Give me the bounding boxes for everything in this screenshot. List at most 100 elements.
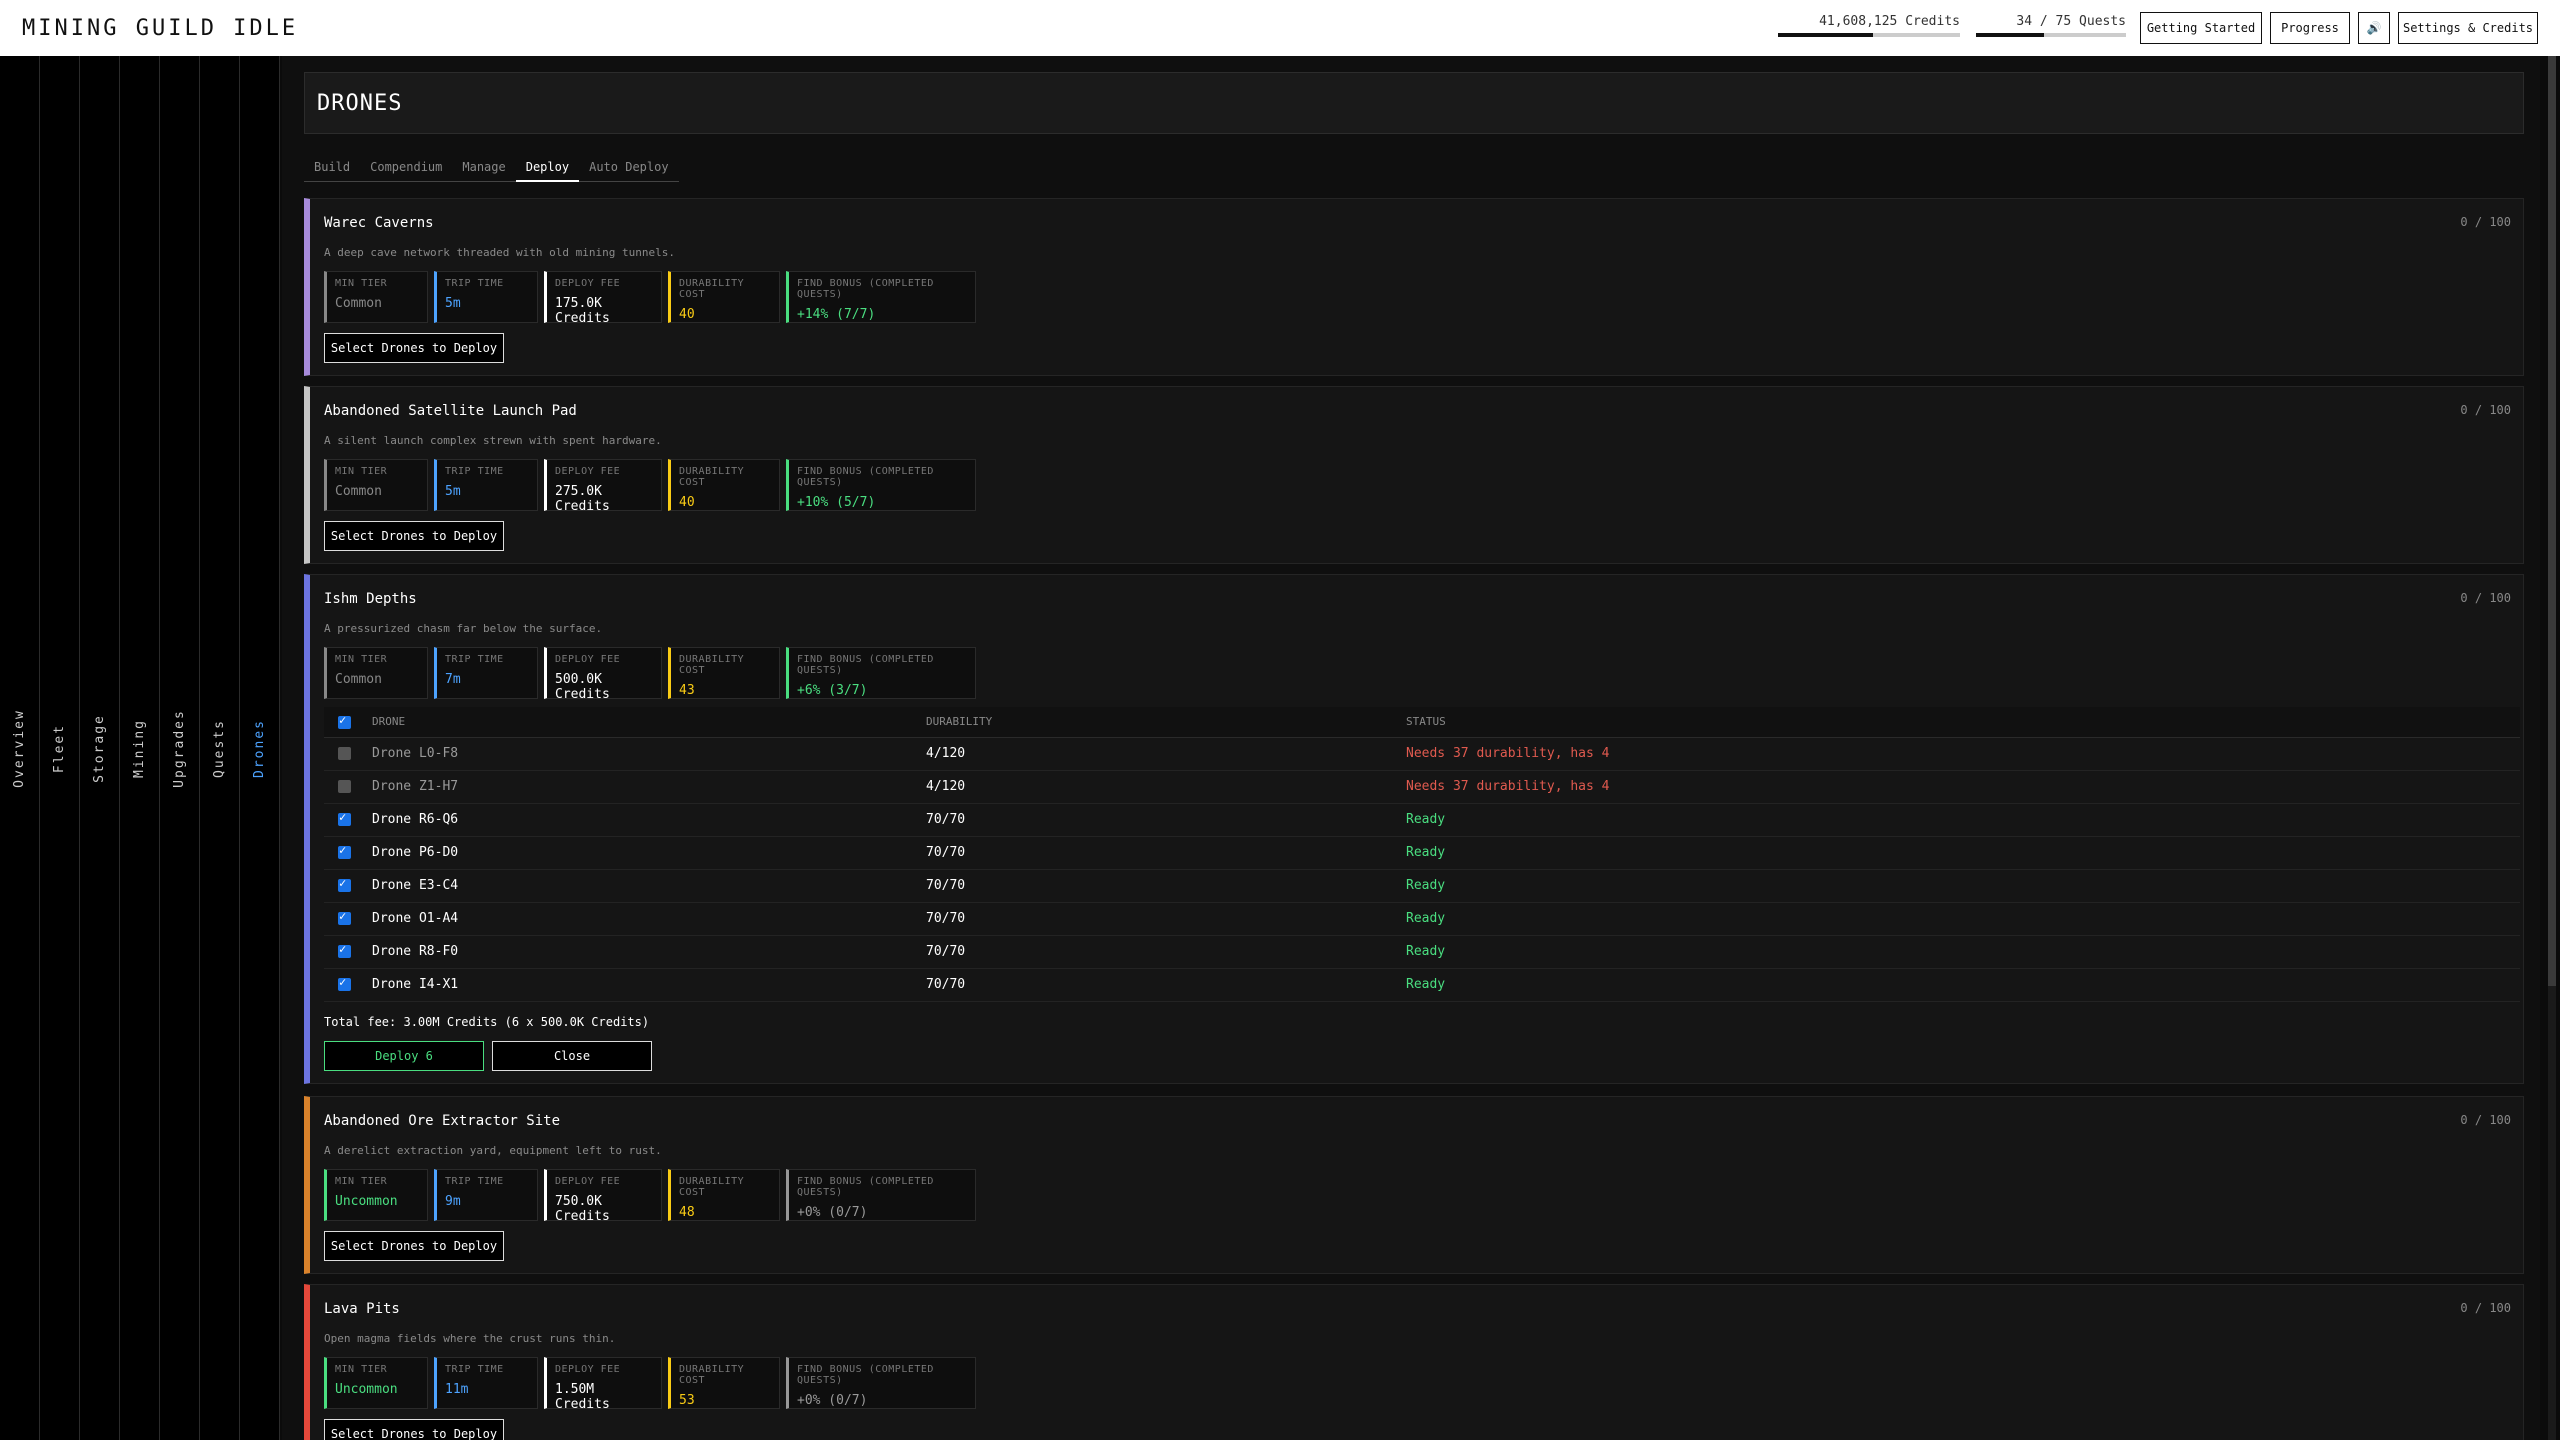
getting-started-button[interactable]: Getting Started bbox=[2140, 12, 2262, 44]
select-drones-button[interactable]: Select Drones to Deploy bbox=[324, 521, 504, 551]
credits-text: 41,608,125 Credits bbox=[1819, 14, 1960, 29]
drone-durability: 70/70 bbox=[918, 935, 1398, 969]
tab-build[interactable]: Build bbox=[304, 156, 361, 182]
stat-find-bonus: FIND BONUS (COMPLETED QUESTS) +10% (5/7) bbox=[786, 459, 976, 511]
top-bar: MINING GUILD IDLE 41,608,125 Credits 34 … bbox=[0, 0, 2560, 56]
sidebar-tab-quests[interactable]: Quests bbox=[200, 56, 240, 1440]
drone-durability: 4/120 bbox=[918, 770, 1398, 804]
table-row[interactable]: Drone R6-Q670/70Ready bbox=[324, 803, 2520, 837]
deploy-fee-value: 750.0K Credits bbox=[555, 1194, 610, 1224]
location-name: Ishm Depths bbox=[324, 591, 417, 607]
find-bonus-value: +10% (5/7) bbox=[797, 495, 876, 510]
deploy-fee-value: 275.0K Credits bbox=[555, 484, 610, 514]
progress-button[interactable]: Progress bbox=[2270, 12, 2350, 44]
scrollbar-thumb[interactable] bbox=[2548, 56, 2556, 986]
stat-durability-cost: DURABILITY COST 40 bbox=[668, 271, 780, 323]
select-drones-button[interactable]: Select Drones to Deploy bbox=[324, 1419, 504, 1440]
trip-time-value: 7m bbox=[445, 672, 461, 687]
drone-name: Drone R6-Q6 bbox=[364, 803, 918, 837]
location-stats: MIN TIER Common TRIP TIME 5m DEPLOY FEE 275… bbox=[324, 459, 976, 514]
drone-checkbox[interactable] bbox=[338, 909, 351, 925]
drone-checkbox[interactable] bbox=[338, 810, 351, 826]
drone-name: Drone L0-F8 bbox=[364, 737, 918, 771]
settings-credits-button[interactable]: Settings & Credits bbox=[2398, 12, 2538, 44]
stat-min-tier: MIN TIER Common bbox=[324, 459, 428, 511]
deploy-button[interactable]: Deploy 6 bbox=[324, 1041, 484, 1071]
table-row[interactable]: Drone P6-D070/70Ready bbox=[324, 836, 2520, 870]
drone-tabs: Build Compendium Manage Deploy Auto Depl… bbox=[304, 156, 679, 182]
stat-min-tier: MIN TIER Common bbox=[324, 647, 428, 699]
location-card-abandoned-ore-extractor-site: Abandoned Ore Extractor Site 0 / 100 A d… bbox=[304, 1096, 2524, 1274]
trip-time-value: 5m bbox=[445, 296, 461, 311]
select-all-checkbox[interactable] bbox=[338, 713, 351, 729]
drone-checkbox[interactable] bbox=[338, 747, 351, 760]
durability-cost-value: 40 bbox=[679, 495, 695, 510]
drone-name: Drone O1-A4 bbox=[364, 902, 918, 936]
table-row[interactable]: Drone E3-C470/70Ready bbox=[324, 869, 2520, 903]
table-row[interactable]: Drone Z1-H7 4/120 Needs 37 durability, has… bbox=[324, 770, 2520, 804]
tab-auto-deploy[interactable]: Auto Deploy bbox=[579, 156, 679, 182]
drone-name: Drone Z1-H7 bbox=[364, 770, 918, 804]
scrollbar[interactable] bbox=[2548, 56, 2556, 1440]
location-name: Abandoned Satellite Launch Pad bbox=[324, 403, 577, 419]
drone-status: Ready bbox=[1398, 968, 2520, 1002]
trip-time-value: 9m bbox=[445, 1194, 461, 1209]
sidebar-tab-fleet[interactable]: Fleet bbox=[40, 56, 80, 1440]
drone-checkbox[interactable] bbox=[338, 975, 351, 991]
sidebar-tab-mining[interactable]: Mining bbox=[120, 56, 160, 1440]
min-tier-value: Common bbox=[335, 296, 382, 311]
select-drones-button[interactable]: Select Drones to Deploy bbox=[324, 333, 504, 363]
location-stats: MIN TIER Common TRIP TIME 7m DEPLOY FEE 500… bbox=[324, 647, 976, 702]
min-tier-value: Uncommon bbox=[335, 1194, 398, 1209]
table-row[interactable]: Drone I4-X170/70Ready bbox=[324, 968, 2520, 1002]
quests-display: 34 / 75 Quests bbox=[1976, 14, 2126, 37]
deploy-fee-value: 175.0K Credits bbox=[555, 296, 610, 326]
table-row[interactable]: Drone R8-F070/70Ready bbox=[324, 935, 2520, 969]
deploy-fee-value: 1.50M Credits bbox=[555, 1382, 610, 1412]
stat-find-bonus: FIND BONUS (COMPLETED QUESTS) +6% (3/7) bbox=[786, 647, 976, 699]
app-title: MINING GUILD IDLE bbox=[22, 16, 299, 41]
table-row[interactable]: Drone L0-F8 4/120 Needs 37 durability, has… bbox=[324, 737, 2520, 771]
tab-manage[interactable]: Manage bbox=[452, 156, 516, 182]
table-row[interactable]: Drone O1-A470/70Ready bbox=[324, 902, 2520, 936]
drone-checkbox[interactable] bbox=[338, 843, 351, 859]
sidebar-tab-upgrades[interactable]: Upgrades bbox=[160, 56, 200, 1440]
location-count: 0 / 100 bbox=[2460, 403, 2511, 417]
select-drones-button[interactable]: Select Drones to Deploy bbox=[324, 1231, 504, 1261]
drone-status: Ready bbox=[1398, 803, 2520, 837]
location-card-abandoned-satellite-launch-pad: Abandoned Satellite Launch Pad 0 / 100 A… bbox=[304, 386, 2524, 564]
sidebar-tab-drones[interactable]: Drones bbox=[240, 56, 280, 1440]
tab-compendium[interactable]: Compendium bbox=[360, 156, 453, 182]
tab-deploy[interactable]: Deploy bbox=[515, 156, 580, 182]
stat-find-bonus: FIND BONUS (COMPLETED QUESTS) +0% (0/7) bbox=[786, 1169, 976, 1221]
drone-checkbox[interactable] bbox=[338, 942, 351, 958]
stat-min-tier: MIN TIER Uncommon bbox=[324, 1169, 428, 1221]
min-tier-value: Common bbox=[335, 672, 382, 687]
drone-checkbox[interactable] bbox=[338, 876, 351, 892]
quests-text: 34 / 75 Quests bbox=[2016, 14, 2126, 29]
stat-trip-time: TRIP TIME 11m bbox=[434, 1357, 538, 1409]
drone-checkbox[interactable] bbox=[338, 780, 351, 793]
location-count: 0 / 100 bbox=[2460, 1301, 2511, 1315]
trip-time-value: 5m bbox=[445, 484, 461, 499]
find-bonus-value: +6% (3/7) bbox=[797, 683, 868, 698]
total-fees: Total fee: 3.00M Credits (6 x 500.0K Cre… bbox=[324, 1015, 650, 1029]
location-card-warec-caverns: Warec Caverns 0 / 100 A deep cave networ… bbox=[304, 198, 2524, 376]
drone-name: Drone R8-F0 bbox=[364, 935, 918, 969]
drone-durability: 70/70 bbox=[918, 869, 1398, 903]
deploy-fee-value: 500.0K Credits bbox=[555, 672, 610, 702]
drone-durability: 70/70 bbox=[918, 836, 1398, 870]
sound-toggle-button[interactable]: 🔊 bbox=[2358, 12, 2390, 44]
sidebar: Overview Fleet Storage Mining Upgrades Q… bbox=[0, 56, 280, 1440]
close-button[interactable]: Close bbox=[492, 1041, 652, 1071]
location-name: Warec Caverns bbox=[324, 215, 434, 231]
sidebar-tab-storage[interactable]: Storage bbox=[80, 56, 120, 1440]
stat-durability-cost: DURABILITY COST 40 bbox=[668, 459, 780, 511]
find-bonus-value: +0% (0/7) bbox=[797, 1205, 868, 1220]
main-content: DRONES Build Compendium Manage Deploy Au… bbox=[282, 56, 2540, 1440]
select-all-cell bbox=[324, 707, 364, 738]
find-bonus-value: +14% (7/7) bbox=[797, 307, 876, 322]
stat-min-tier: MIN TIER Uncommon bbox=[324, 1357, 428, 1409]
stat-trip-time: TRIP TIME 5m bbox=[434, 459, 538, 511]
sidebar-tab-overview[interactable]: Overview bbox=[0, 56, 40, 1440]
